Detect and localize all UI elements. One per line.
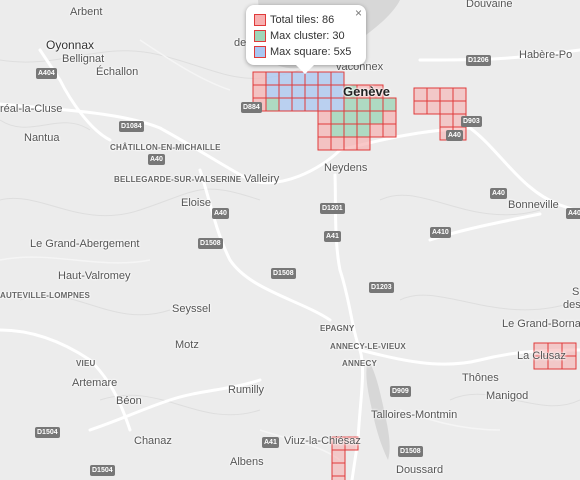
total-tiles-label: Total tiles: 86: [270, 14, 335, 26]
place-geneve: Genève: [343, 84, 390, 99]
place-bonneville: Bonneville: [508, 199, 559, 211]
road-shield: D903: [461, 116, 482, 127]
place-thones: Thônes: [462, 372, 499, 384]
tile-stats-popup: × Total tiles: 86 Max cluster: 30 Max sq…: [246, 5, 366, 74]
place-motz: Motz: [175, 339, 199, 351]
place-talloires: Talloires-Montmin: [371, 409, 458, 421]
road-shield: A40: [446, 130, 463, 141]
place-viuz: Viuz-la-Chiésaz: [284, 435, 361, 447]
road-shield: D1201: [320, 203, 345, 214]
road-shield: A40: [212, 208, 229, 219]
max-square-label: Max square: 5x5: [270, 46, 352, 58]
place-artemare: Artemare: [72, 377, 118, 389]
map-view[interactable]: Arbent Douvaine Oyonnax Bellignat Échall…: [0, 0, 580, 480]
place-douvaine: Douvaine: [466, 0, 513, 10]
road-shield: D1508: [271, 268, 296, 279]
road-shield: D1508: [398, 446, 423, 457]
place-chatillon: CHÂTILLON-EN-MICHAILLE: [110, 143, 221, 152]
road-shield: A40: [490, 188, 507, 199]
place-la-clusaz: La Clusaz: [517, 350, 566, 362]
road-shield: A41: [324, 231, 341, 242]
place-manigod: Manigod: [486, 390, 529, 402]
road-shield: D1084: [119, 121, 144, 132]
road-shield: D1508: [198, 238, 223, 249]
place-albens: Albens: [230, 456, 264, 468]
place-echallon: Échallon: [96, 66, 139, 78]
legend-max-square: Max square: 5x5: [254, 44, 358, 60]
place-habere: Habère-Po: [519, 49, 573, 61]
max-square-swatch: [254, 46, 266, 58]
place-bellegarde: BELLEGARDE-SUR-VALSERINE: [114, 175, 242, 184]
place-eloise: Eloise: [181, 197, 211, 209]
road-shield: D1203: [369, 282, 394, 293]
max-cluster-swatch: [254, 30, 266, 42]
place-chanaz: Chanaz: [134, 435, 172, 447]
place-de-partial: de: [234, 37, 247, 49]
road-shield: D1504: [35, 427, 60, 438]
place-haut-valromey: Haut-Valromey: [58, 270, 131, 282]
place-neydens: Neydens: [324, 162, 368, 174]
place-annecy-le-vieux: ANNECY-LE-VIEUX: [330, 342, 406, 351]
place-des-partial: des: [563, 299, 580, 311]
road-shield: A404: [36, 68, 57, 79]
place-valleiry: Valleiry: [244, 173, 280, 185]
road-shield: D884: [241, 102, 262, 113]
place-seyssel: Seyssel: [172, 303, 211, 315]
place-bellignat: Bellignat: [62, 53, 105, 65]
road-shield: D909: [390, 386, 411, 397]
place-arbent: Arbent: [70, 6, 103, 18]
place-reale: réal-la-Cluse: [0, 103, 63, 115]
place-s-partial: S: [572, 286, 580, 298]
place-lompnes: AUTEVILLE-LOMPNES: [0, 291, 91, 300]
place-oyonnax: Oyonnax: [46, 38, 95, 52]
road-shield: A41: [262, 437, 279, 448]
place-grand-abergement: Le Grand-Abergement: [30, 238, 140, 250]
place-annecy: ANNECY: [342, 359, 377, 368]
road-shield: D1206: [466, 55, 491, 66]
max-cluster-label: Max cluster: 30: [270, 30, 345, 42]
place-nantua: Nantua: [24, 132, 60, 144]
legend-max-cluster: Max cluster: 30: [254, 28, 358, 44]
place-doussard: Doussard: [396, 464, 444, 476]
place-rumilly: Rumilly: [228, 384, 265, 396]
road-shield: A410: [430, 227, 451, 238]
close-icon[interactable]: ×: [355, 6, 362, 20]
place-grand-bornand: Le Grand-Bornand: [502, 318, 580, 330]
road-shield: A40: [566, 208, 580, 219]
road-shield: A40: [148, 154, 165, 165]
total-tiles-swatch: [254, 14, 266, 26]
place-beon: Béon: [116, 395, 142, 407]
place-epagny: EPAGNY: [320, 324, 355, 333]
place-vieu: VIEU: [76, 359, 96, 368]
road-shield: D1504: [90, 465, 115, 476]
legend-total-tiles: Total tiles: 86: [254, 12, 358, 28]
